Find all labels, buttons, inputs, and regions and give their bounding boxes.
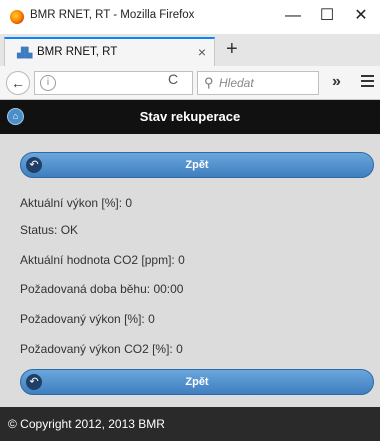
hamburger-menu-icon[interactable]: [361, 72, 374, 90]
new-tab-button[interactable]: +: [226, 38, 238, 61]
field-current-power: Aktuální výkon [%]: 0: [20, 196, 133, 210]
window-title: BMR RNET, RT - Mozilla Firefox: [30, 9, 195, 21]
page-header: ⌂ Stav rekuperace: [0, 100, 380, 134]
page-footer: © Copyright 2012, 2013 BMR: [0, 407, 380, 441]
search-icon: ⚲: [204, 75, 214, 90]
reload-button[interactable]: C: [168, 71, 178, 87]
page-content: ⌂ Stav rekuperace ↶ Zpět Aktuální výkon …: [0, 100, 380, 441]
overflow-menu-button[interactable]: »: [332, 73, 341, 91]
back-button-bottom[interactable]: ↶ Zpět: [20, 369, 374, 395]
field-requested-co2-power: Požadovaný výkon CO2 [%]: 0: [20, 342, 183, 356]
field-status: Status: OK: [20, 223, 79, 237]
close-window-button[interactable]: ✕: [344, 5, 378, 27]
tab-strip: ▟▙ BMR RNET, RT × +: [0, 34, 380, 66]
search-input[interactable]: ⚲ Hledat: [197, 71, 319, 95]
window-titlebar: BMR RNET, RT - Mozilla Firefox — ☐ ✕: [0, 0, 380, 34]
tab-label: BMR RNET, RT: [37, 46, 118, 58]
back-button[interactable]: ←: [6, 71, 30, 95]
tab-close-icon[interactable]: ×: [198, 44, 206, 60]
site-favicon-icon: ▟▙: [17, 48, 33, 59]
maximize-button[interactable]: ☐: [310, 5, 344, 27]
copyright-text: © Copyright 2012, 2013 BMR: [8, 417, 165, 431]
field-current-co2: Aktuální hodnota CO2 [ppm]: 0: [20, 253, 185, 267]
firefox-icon: [10, 10, 24, 24]
page-title: Stav rekuperace: [139, 109, 241, 124]
minimize-button[interactable]: —: [276, 5, 310, 27]
back-button-label: Zpět: [185, 159, 209, 171]
navigation-toolbar: ← i C ⚲ Hledat »: [0, 66, 380, 100]
back-button-label: Zpět: [185, 376, 209, 388]
field-requested-runtime: Požadovaná doba běhu: 00:00: [20, 282, 184, 296]
back-button-top[interactable]: ↶ Zpět: [20, 152, 374, 178]
search-placeholder: Hledat: [219, 76, 254, 90]
field-requested-power: Požadovaný výkon [%]: 0: [20, 312, 155, 326]
tab-bmr-rnet[interactable]: ▟▙ BMR RNET, RT ×: [4, 37, 215, 66]
info-icon[interactable]: i: [40, 75, 56, 91]
